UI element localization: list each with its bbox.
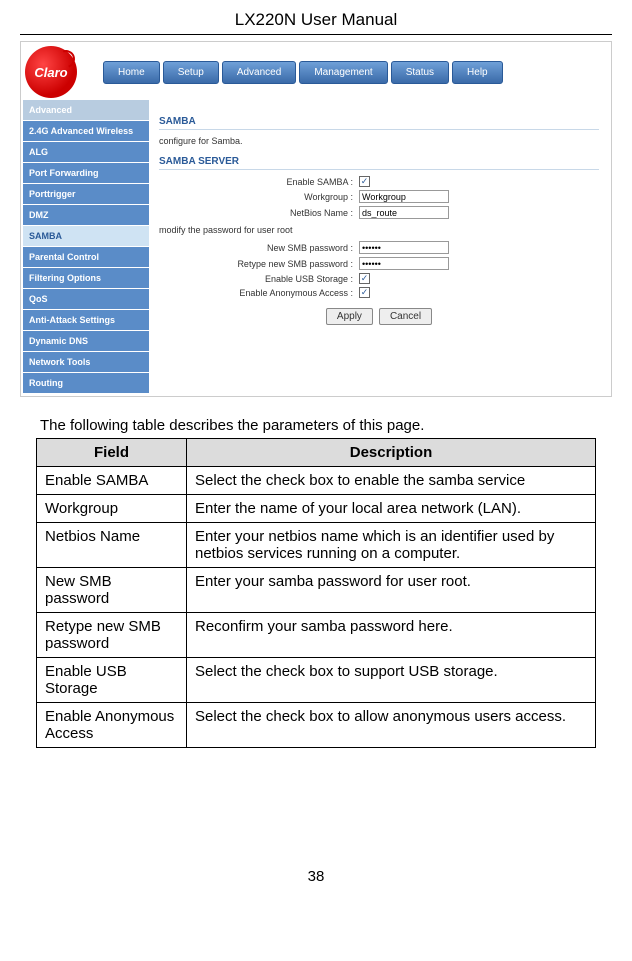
table-row: WorkgroupEnter the name of your local ar… xyxy=(37,495,596,523)
table-row: Enable Anonymous AccessSelect the check … xyxy=(37,703,596,748)
nav-management[interactable]: Management xyxy=(299,61,387,84)
claro-logo: Claro xyxy=(25,46,77,98)
sidebar-item-wireless[interactable]: 2.4G Advanced Wireless xyxy=(23,121,149,142)
top-nav: Home Setup Advanced Management Status He… xyxy=(103,61,503,84)
content-pane: SAMBA configure for Samba. SAMBA SERVER … xyxy=(149,100,609,394)
sidebar-item-alg[interactable]: ALG xyxy=(23,142,149,163)
nav-help[interactable]: Help xyxy=(452,61,503,84)
page-title: LX220N User Manual xyxy=(20,10,612,35)
sidebar-item-portfwd[interactable]: Port Forwarding xyxy=(23,163,149,184)
label-enable-samba: Enable SAMBA : xyxy=(159,177,359,187)
nav-advanced[interactable]: Advanced xyxy=(222,61,296,84)
modify-note: modify the password for user root xyxy=(159,225,599,235)
nav-status[interactable]: Status xyxy=(391,61,449,84)
table-row: Netbios NameEnter your netbios name whic… xyxy=(37,523,596,568)
sidebar-item-nettools[interactable]: Network Tools xyxy=(23,352,149,373)
sidebar-item-ddns[interactable]: Dynamic DNS xyxy=(23,331,149,352)
label-newpw: New SMB password : xyxy=(159,243,359,253)
sidebar-item-filtering[interactable]: Filtering Options xyxy=(23,268,149,289)
table-row: New SMB passwordEnter your samba passwor… xyxy=(37,568,596,613)
router-screenshot: Claro Home Setup Advanced Management Sta… xyxy=(20,41,612,397)
label-enable-anon: Enable Anonymous Access : xyxy=(159,288,359,298)
input-newpw[interactable] xyxy=(359,241,449,254)
sidebar-header: Advanced xyxy=(23,100,149,121)
checkbox-enable-usb[interactable]: ✓ xyxy=(359,273,370,284)
label-retypepw: Retype new SMB password : xyxy=(159,259,359,269)
sidebar-item-parental[interactable]: Parental Control xyxy=(23,247,149,268)
sidebar-item-qos[interactable]: QoS xyxy=(23,289,149,310)
nav-setup[interactable]: Setup xyxy=(163,61,219,84)
parameters-table: Field Description Enable SAMBASelect the… xyxy=(36,438,596,748)
page-number: 38 xyxy=(20,868,612,885)
th-field: Field xyxy=(37,439,187,467)
cancel-button[interactable]: Cancel xyxy=(379,308,432,325)
table-intro: The following table describes the parame… xyxy=(40,417,612,434)
nav-home[interactable]: Home xyxy=(103,61,160,84)
sidebar-item-porttrigger[interactable]: Porttrigger xyxy=(23,184,149,205)
input-workgroup[interactable] xyxy=(359,190,449,203)
table-row: Enable USB StorageSelect the check box t… xyxy=(37,658,596,703)
table-row: Retype new SMB passwordReconfirm your sa… xyxy=(37,613,596,658)
sidebar-item-samba[interactable]: SAMBA xyxy=(23,226,149,247)
checkbox-enable-samba[interactable]: ✓ xyxy=(359,176,370,187)
section-samba: SAMBA xyxy=(159,116,599,130)
sidebar-item-dmz[interactable]: DMZ xyxy=(23,205,149,226)
sidebar-item-routing[interactable]: Routing xyxy=(23,373,149,394)
sidebar-item-antiattack[interactable]: Anti-Attack Settings xyxy=(23,310,149,331)
sidebar: Advanced 2.4G Advanced Wireless ALG Port… xyxy=(23,100,149,394)
apply-button[interactable]: Apply xyxy=(326,308,373,325)
samba-desc: configure for Samba. xyxy=(159,136,599,146)
label-netbios: NetBios Name : xyxy=(159,208,359,218)
table-row: Enable SAMBASelect the check box to enab… xyxy=(37,467,596,495)
label-enable-usb: Enable USB Storage : xyxy=(159,274,359,284)
checkbox-enable-anon[interactable]: ✓ xyxy=(359,287,370,298)
section-samba-server: SAMBA SERVER xyxy=(159,156,599,170)
input-retypepw[interactable] xyxy=(359,257,449,270)
label-workgroup: Workgroup : xyxy=(159,192,359,202)
th-desc: Description xyxy=(187,439,596,467)
input-netbios[interactable] xyxy=(359,206,449,219)
